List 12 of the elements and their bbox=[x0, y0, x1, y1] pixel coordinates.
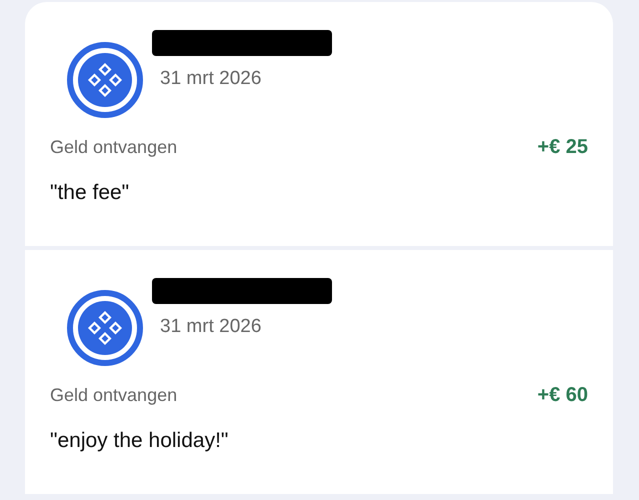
transaction-date: 31 mrt 2026 bbox=[160, 315, 262, 339]
transaction-amount: +€ 25 bbox=[537, 136, 588, 158]
transaction-type: Geld ontvangen bbox=[50, 136, 178, 158]
transaction-card[interactable]: 31 mrt 2026 Geld ontvangen +€ 60 "enjoy the holiday!" bbox=[25, 250, 613, 494]
transaction-date: 31 mrt 2026 bbox=[160, 67, 262, 91]
transaction-card[interactable]: 31 mrt 2026 Geld ontvangen +€ 25 "the fee" bbox=[25, 2, 613, 246]
bank-icon bbox=[67, 290, 143, 366]
bank-icon bbox=[67, 42, 143, 118]
transaction-note: "enjoy the holiday!" bbox=[50, 429, 230, 453]
transaction-type: Geld ontvangen bbox=[50, 384, 178, 406]
transaction-note: "the fee" bbox=[50, 181, 130, 205]
transaction-amount: +€ 60 bbox=[537, 384, 588, 406]
